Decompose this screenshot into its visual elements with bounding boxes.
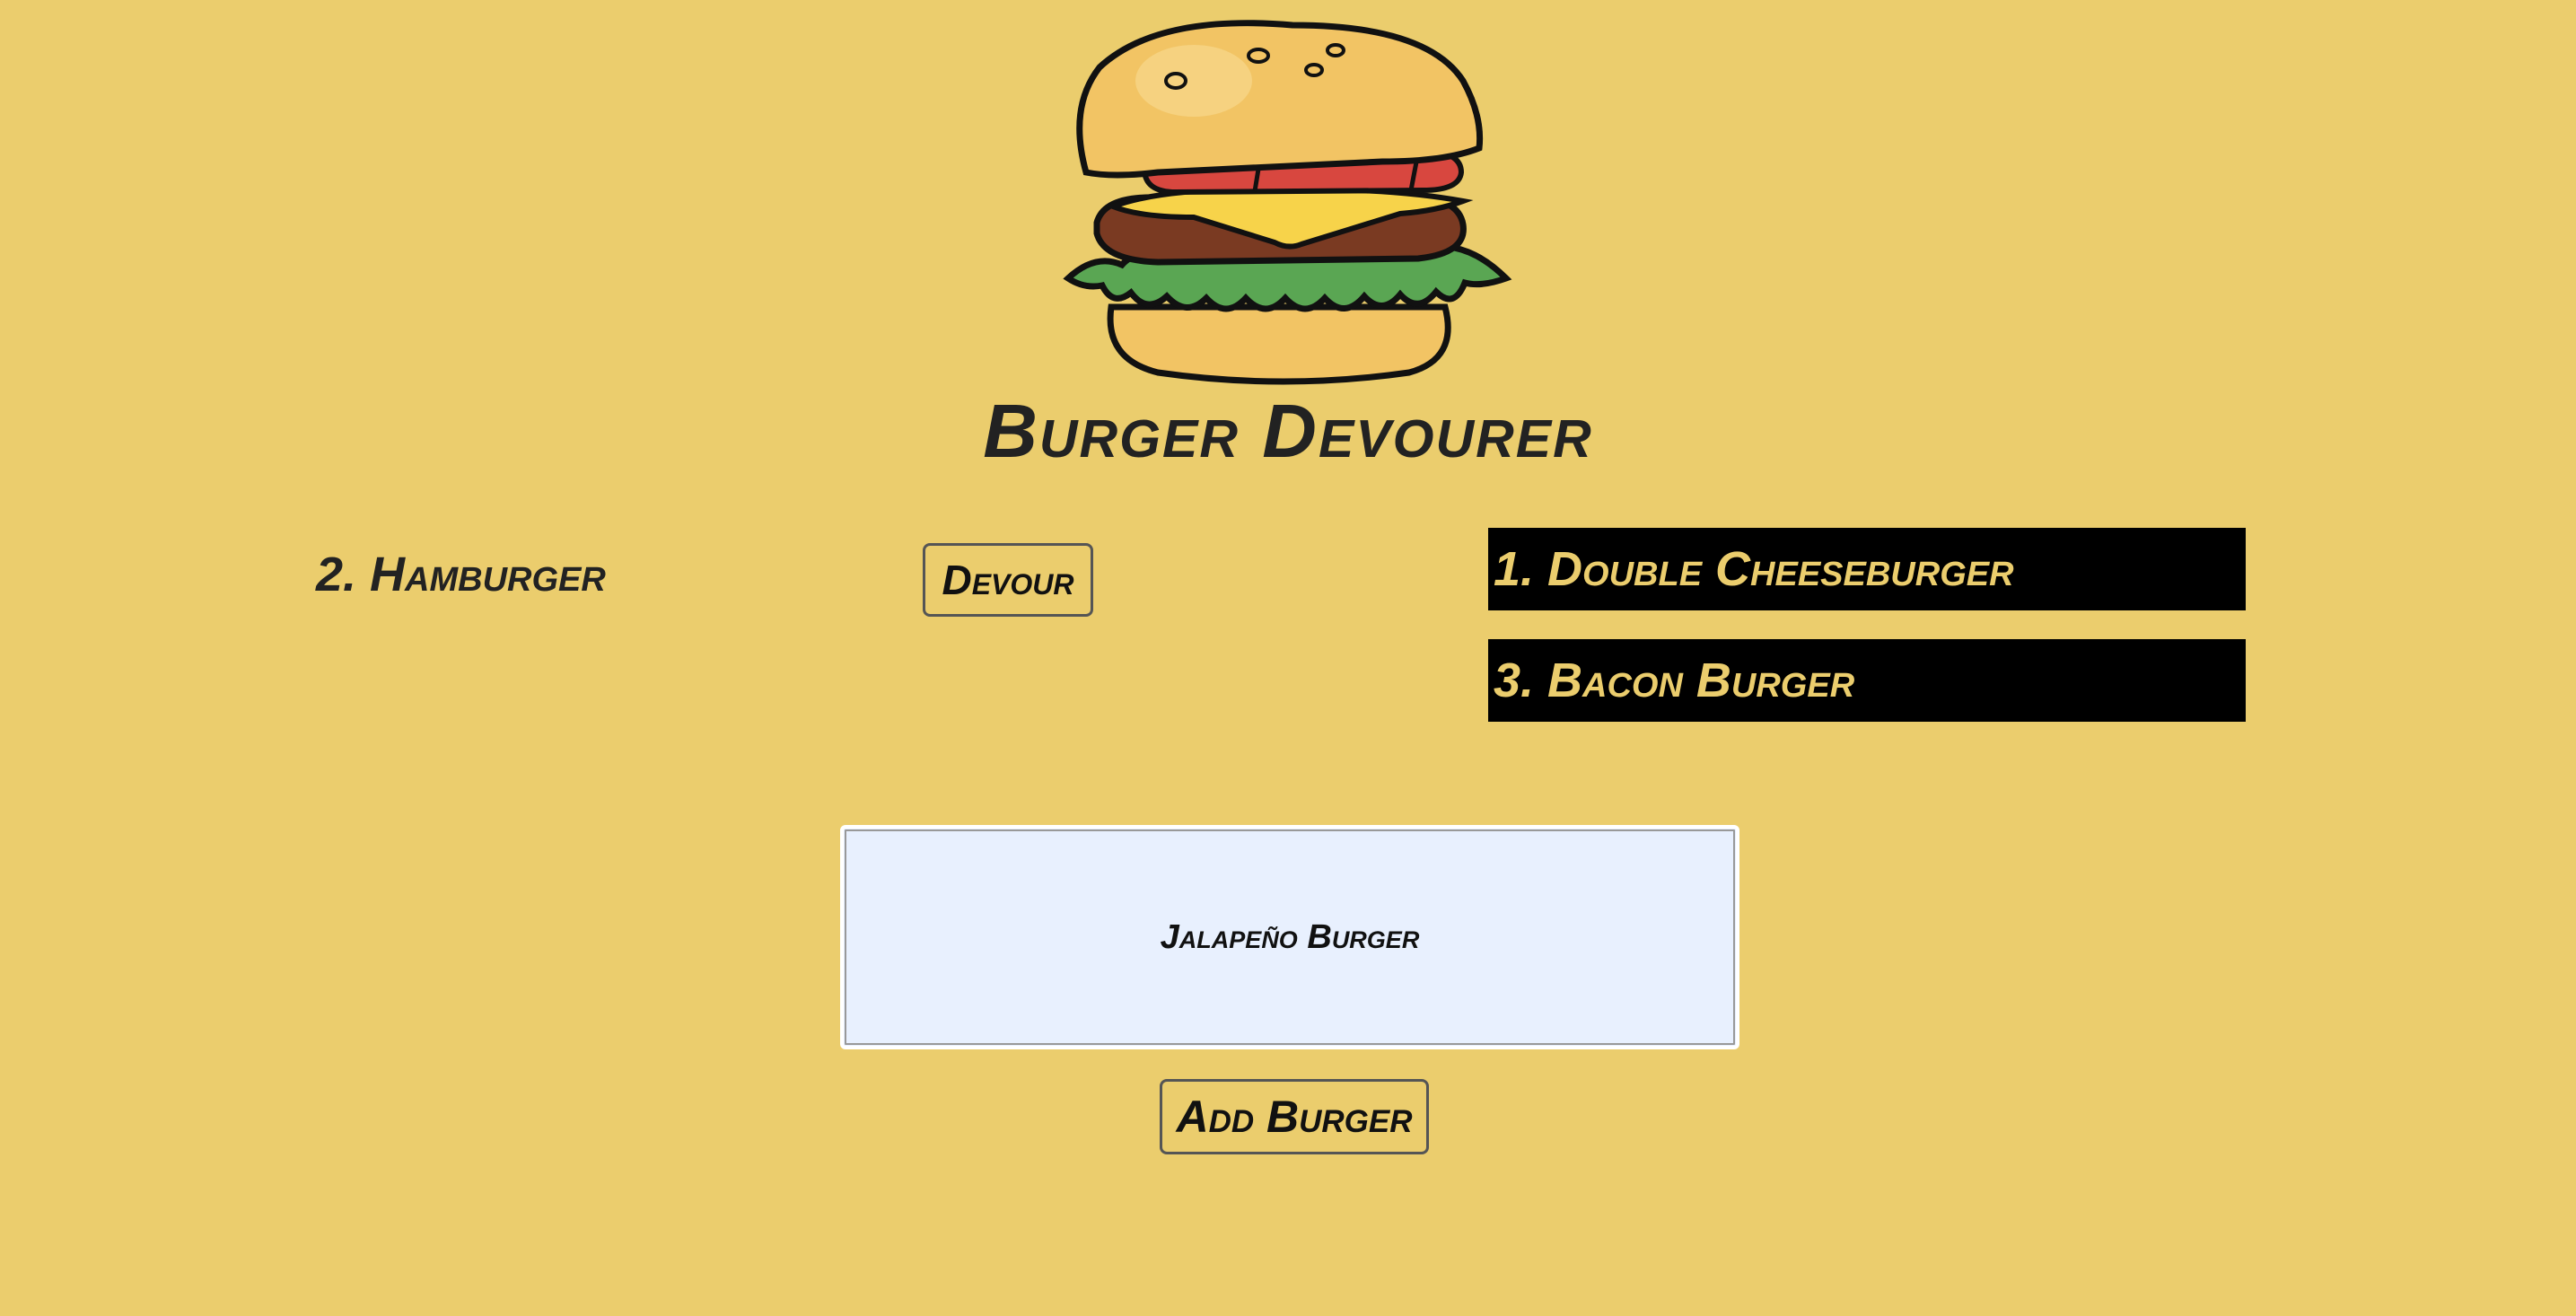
devour-button[interactable]: Devour <box>923 543 1093 617</box>
burger-logo-icon <box>1063 20 1512 385</box>
uneaten-burger-name: 2. Hamburger <box>316 548 606 601</box>
page-title: Burger Devourer <box>983 389 1593 473</box>
devoured-burger-item: 3. Bacon Burger <box>1488 639 2246 722</box>
devoured-burger-item: 1. Double Cheeseburger <box>1488 528 2246 610</box>
burger-name-input[interactable] <box>840 825 1739 1049</box>
add-burger-button[interactable]: Add Burger <box>1160 1079 1429 1154</box>
